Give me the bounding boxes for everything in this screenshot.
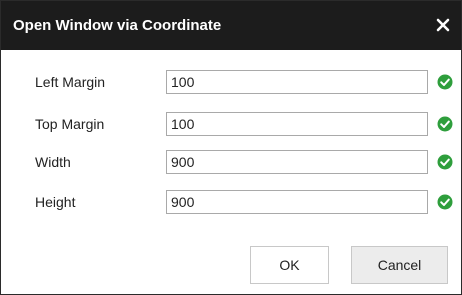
close-icon[interactable] (431, 13, 455, 37)
top-margin-input[interactable] (166, 112, 428, 136)
check-circle-icon (437, 116, 453, 132)
cancel-button[interactable]: Cancel (351, 246, 448, 284)
width-row: Width (1, 148, 461, 176)
top-margin-row: Top Margin (1, 110, 461, 138)
width-input[interactable] (166, 150, 428, 174)
left-margin-row: Left Margin (1, 68, 461, 96)
ok-button[interactable]: OK (250, 246, 329, 284)
left-margin-label: Left Margin (35, 74, 106, 90)
dialog-title: Open Window via Coordinate (13, 17, 222, 34)
height-row: Height (1, 188, 461, 216)
height-label: Height (35, 194, 76, 210)
left-margin-input[interactable] (166, 70, 428, 94)
open-window-dialog: Open Window via Coordinate Left Margin T… (0, 0, 462, 295)
check-circle-icon (437, 154, 453, 170)
top-margin-label: Top Margin (35, 116, 105, 132)
width-label: Width (35, 154, 71, 170)
check-circle-icon (437, 194, 453, 210)
check-circle-icon (437, 74, 453, 90)
height-input[interactable] (166, 190, 428, 214)
dialog-titlebar: Open Window via Coordinate (1, 1, 461, 50)
